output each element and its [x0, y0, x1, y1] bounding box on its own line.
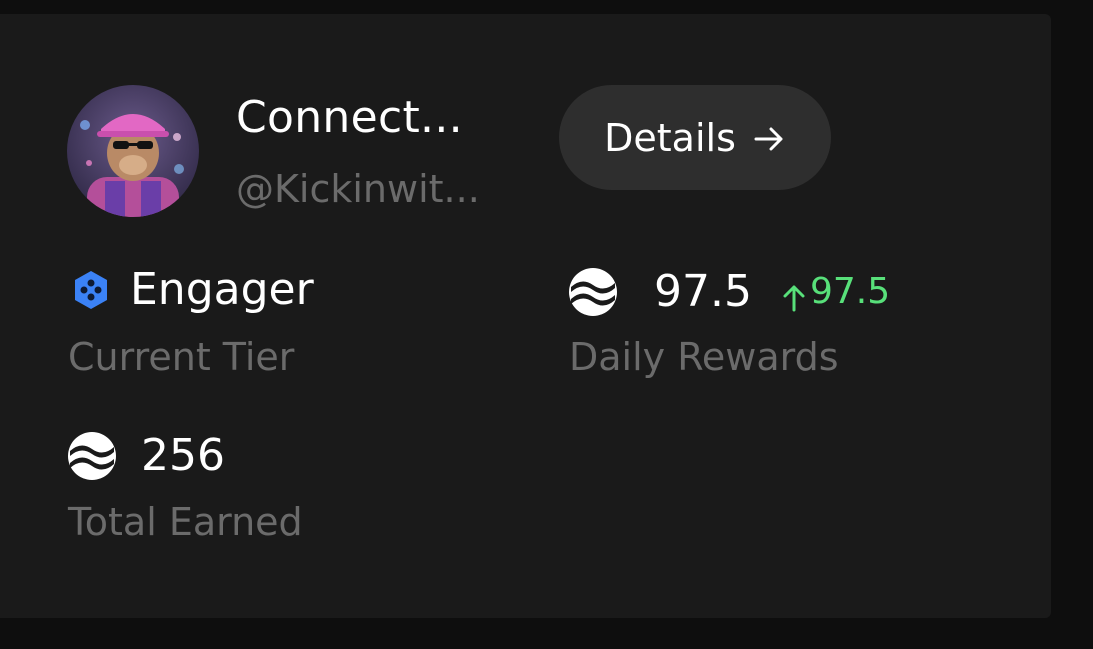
profile-name: Connect...: [236, 92, 463, 143]
daily-rewards-row: 97.5 97.5: [568, 264, 890, 320]
avatar[interactable]: [67, 85, 199, 217]
hexagon-badge-icon: [72, 269, 110, 311]
total-earned-value: 256: [141, 430, 225, 481]
tier-value: Engager: [130, 264, 314, 315]
total-earned-label: Total Earned: [68, 500, 303, 544]
profile-handle: @Kickinwit...: [236, 167, 480, 211]
token-wave-icon: [568, 267, 618, 317]
daily-rewards-delta-value: 97.5: [809, 271, 891, 312]
details-button-label: Details: [604, 115, 736, 160]
total-earned-row: 256: [67, 428, 225, 484]
daily-rewards-delta: 97.5: [782, 267, 890, 317]
daily-rewards-value: 97.5: [654, 266, 752, 317]
daily-rewards-label: Daily Rewards: [569, 335, 839, 379]
tier-row: Engager: [72, 262, 314, 318]
arrow-up-icon: [782, 277, 806, 312]
arrow-right-icon: [752, 121, 786, 155]
rewards-card: Connect... @Kickinwit... Details Engager…: [0, 14, 1051, 618]
tier-label: Current Tier: [68, 335, 295, 379]
token-wave-icon: [67, 431, 117, 481]
details-button[interactable]: Details: [559, 85, 831, 190]
